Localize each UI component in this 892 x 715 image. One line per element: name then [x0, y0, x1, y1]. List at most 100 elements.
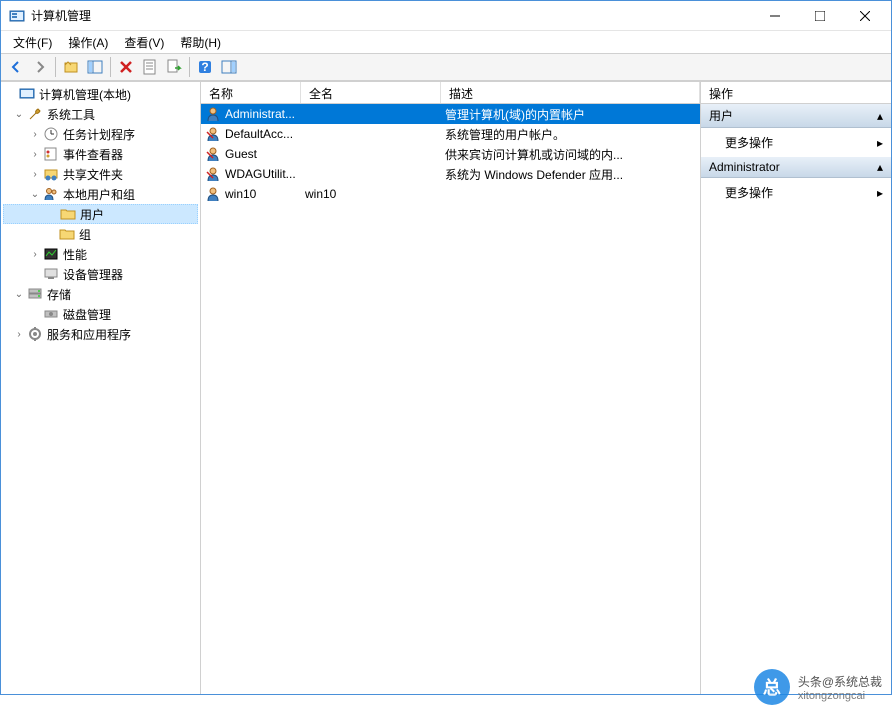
tree-system-tools[interactable]: ⌄ 系统工具 [3, 104, 198, 124]
tree-performance[interactable]: › 性能 [3, 244, 198, 264]
tree-label: 任务计划程序 [63, 126, 135, 143]
watermark: 总 头条@系统总裁 xitongzongcai [754, 669, 882, 705]
column-fullname[interactable]: 全名 [301, 82, 441, 103]
list-row[interactable]: Guest 供来宾访问计算机或访问域的内... [201, 144, 700, 164]
tree-local-users-groups[interactable]: ⌄ 本地用户和组 [3, 184, 198, 204]
list-row[interactable]: DefaultAcc... 系统管理的用户帐户。 [201, 124, 700, 144]
close-button[interactable] [842, 1, 887, 30]
tree-storage[interactable]: ⌄ 存储 [3, 284, 198, 304]
menubar: 文件(F) 操作(A) 查看(V) 帮助(H) [1, 31, 891, 53]
event-icon [43, 146, 59, 162]
device-icon [43, 266, 59, 282]
tree-shared-folders[interactable]: › 共享文件夹 [3, 164, 198, 184]
chevron-right-icon[interactable]: › [11, 329, 27, 340]
folder-icon [59, 226, 75, 242]
tree-label: 磁盘管理 [63, 306, 111, 323]
cell-fullname [301, 132, 441, 136]
app-icon [9, 8, 25, 24]
collapse-icon: ▴ [877, 109, 883, 123]
column-name[interactable]: 名称 [201, 82, 301, 103]
tree-label: 用户 [80, 206, 104, 223]
tree-users[interactable]: 用户 [3, 204, 198, 224]
tree-task-scheduler[interactable]: › 任务计划程序 [3, 124, 198, 144]
user-icon [205, 166, 221, 182]
tree-label: 共享文件夹 [63, 166, 123, 183]
tree-panel[interactable]: 计算机管理(本地) ⌄ 系统工具 › 任务计划程序 › 事件查看器 [1, 82, 201, 694]
section-label: Administrator [709, 160, 780, 174]
computer-icon [19, 86, 35, 102]
services-icon [27, 326, 43, 342]
actions-panel: 操作 用户 ▴ 更多操作 ▸ Administrator ▴ 更多操作 ▸ [701, 82, 891, 694]
users-icon [43, 186, 59, 202]
action-more-admin[interactable]: 更多操作 ▸ [701, 178, 891, 207]
list-body[interactable]: Administrat... 管理计算机(域)的内置帐户 DefaultAcc.… [201, 104, 700, 694]
action-section-admin[interactable]: Administrator ▴ [701, 157, 891, 178]
chevron-right-icon[interactable]: › [27, 149, 43, 160]
menu-action[interactable]: 操作(A) [60, 32, 116, 53]
chevron-right-icon[interactable]: › [27, 249, 43, 260]
cell-name: win10 [225, 187, 256, 201]
watermark-logo-icon: 总 [754, 669, 790, 705]
list-row[interactable]: Administrat... 管理计算机(域)的内置帐户 [201, 104, 700, 124]
tree-label: 系统工具 [47, 106, 95, 123]
action-more-users[interactable]: 更多操作 ▸ [701, 128, 891, 157]
list-header: 名称 全名 描述 [201, 82, 700, 104]
separator [55, 57, 56, 77]
tree-event-viewer[interactable]: › 事件查看器 [3, 144, 198, 164]
collapse-icon: ▴ [877, 160, 883, 174]
cell-description: 系统为 Windows Defender 应用... [441, 164, 700, 185]
tree-disk-management[interactable]: 磁盘管理 [3, 304, 198, 324]
menu-help[interactable]: 帮助(H) [172, 32, 229, 53]
menu-view[interactable]: 查看(V) [116, 32, 172, 53]
user-icon [205, 186, 221, 202]
separator [110, 57, 111, 77]
list-panel: 名称 全名 描述 Administrat... 管理计算机(域)的内置帐户 De… [201, 82, 701, 694]
maximize-button[interactable] [797, 1, 842, 30]
cell-description: 供来宾访问计算机或访问域的内... [441, 144, 700, 165]
tree-label: 计算机管理(本地) [39, 86, 131, 103]
chevron-right-icon: ▸ [877, 186, 883, 200]
help-button[interactable]: ? [194, 56, 216, 78]
properties-button[interactable] [139, 56, 161, 78]
cell-fullname: win10 [301, 185, 441, 203]
list-row[interactable]: win10 win10 [201, 184, 700, 204]
show-hide-tree-button[interactable] [84, 56, 106, 78]
action-section-users[interactable]: 用户 ▴ [701, 104, 891, 128]
chevron-down-icon[interactable]: ⌄ [27, 189, 43, 200]
cell-name: DefaultAcc... [225, 127, 293, 141]
performance-icon [43, 246, 59, 262]
tree-root[interactable]: 计算机管理(本地) [3, 84, 198, 104]
export-button[interactable] [163, 56, 185, 78]
tree-groups[interactable]: 组 [3, 224, 198, 244]
window-title: 计算机管理 [31, 7, 752, 24]
main-window: 计算机管理 文件(F) 操作(A) 查看(V) 帮助(H) ? [0, 0, 892, 695]
share-icon [43, 166, 59, 182]
titlebar: 计算机管理 [1, 1, 891, 31]
tree-label: 存储 [47, 286, 71, 303]
window-controls [752, 1, 887, 30]
actions-body: 用户 ▴ 更多操作 ▸ Administrator ▴ 更多操作 ▸ [701, 104, 891, 694]
tree-device-manager[interactable]: 设备管理器 [3, 264, 198, 284]
list-row[interactable]: WDAGUtilit... 系统为 Windows Defender 应用... [201, 164, 700, 184]
minimize-button[interactable] [752, 1, 797, 30]
folder-icon [60, 206, 76, 222]
cell-fullname [301, 172, 441, 176]
back-button[interactable] [5, 56, 27, 78]
forward-button[interactable] [29, 56, 51, 78]
content-area: 计算机管理(本地) ⌄ 系统工具 › 任务计划程序 › 事件查看器 [1, 81, 891, 694]
column-description[interactable]: 描述 [441, 82, 700, 103]
delete-button[interactable] [115, 56, 137, 78]
chevron-down-icon[interactable]: ⌄ [11, 109, 27, 120]
actions-header: 操作 [701, 82, 891, 104]
chevron-right-icon[interactable]: › [27, 129, 43, 140]
tree-label: 设备管理器 [63, 266, 123, 283]
tree-services-apps[interactable]: › 服务和应用程序 [3, 324, 198, 344]
cell-description [441, 192, 700, 196]
up-button[interactable] [60, 56, 82, 78]
actions-pane-button[interactable] [218, 56, 240, 78]
menu-file[interactable]: 文件(F) [5, 32, 60, 53]
chevron-right-icon[interactable]: › [27, 169, 43, 180]
chevron-down-icon[interactable]: ⌄ [11, 289, 27, 300]
cell-fullname [301, 152, 441, 156]
tree-label: 本地用户和组 [63, 186, 135, 203]
